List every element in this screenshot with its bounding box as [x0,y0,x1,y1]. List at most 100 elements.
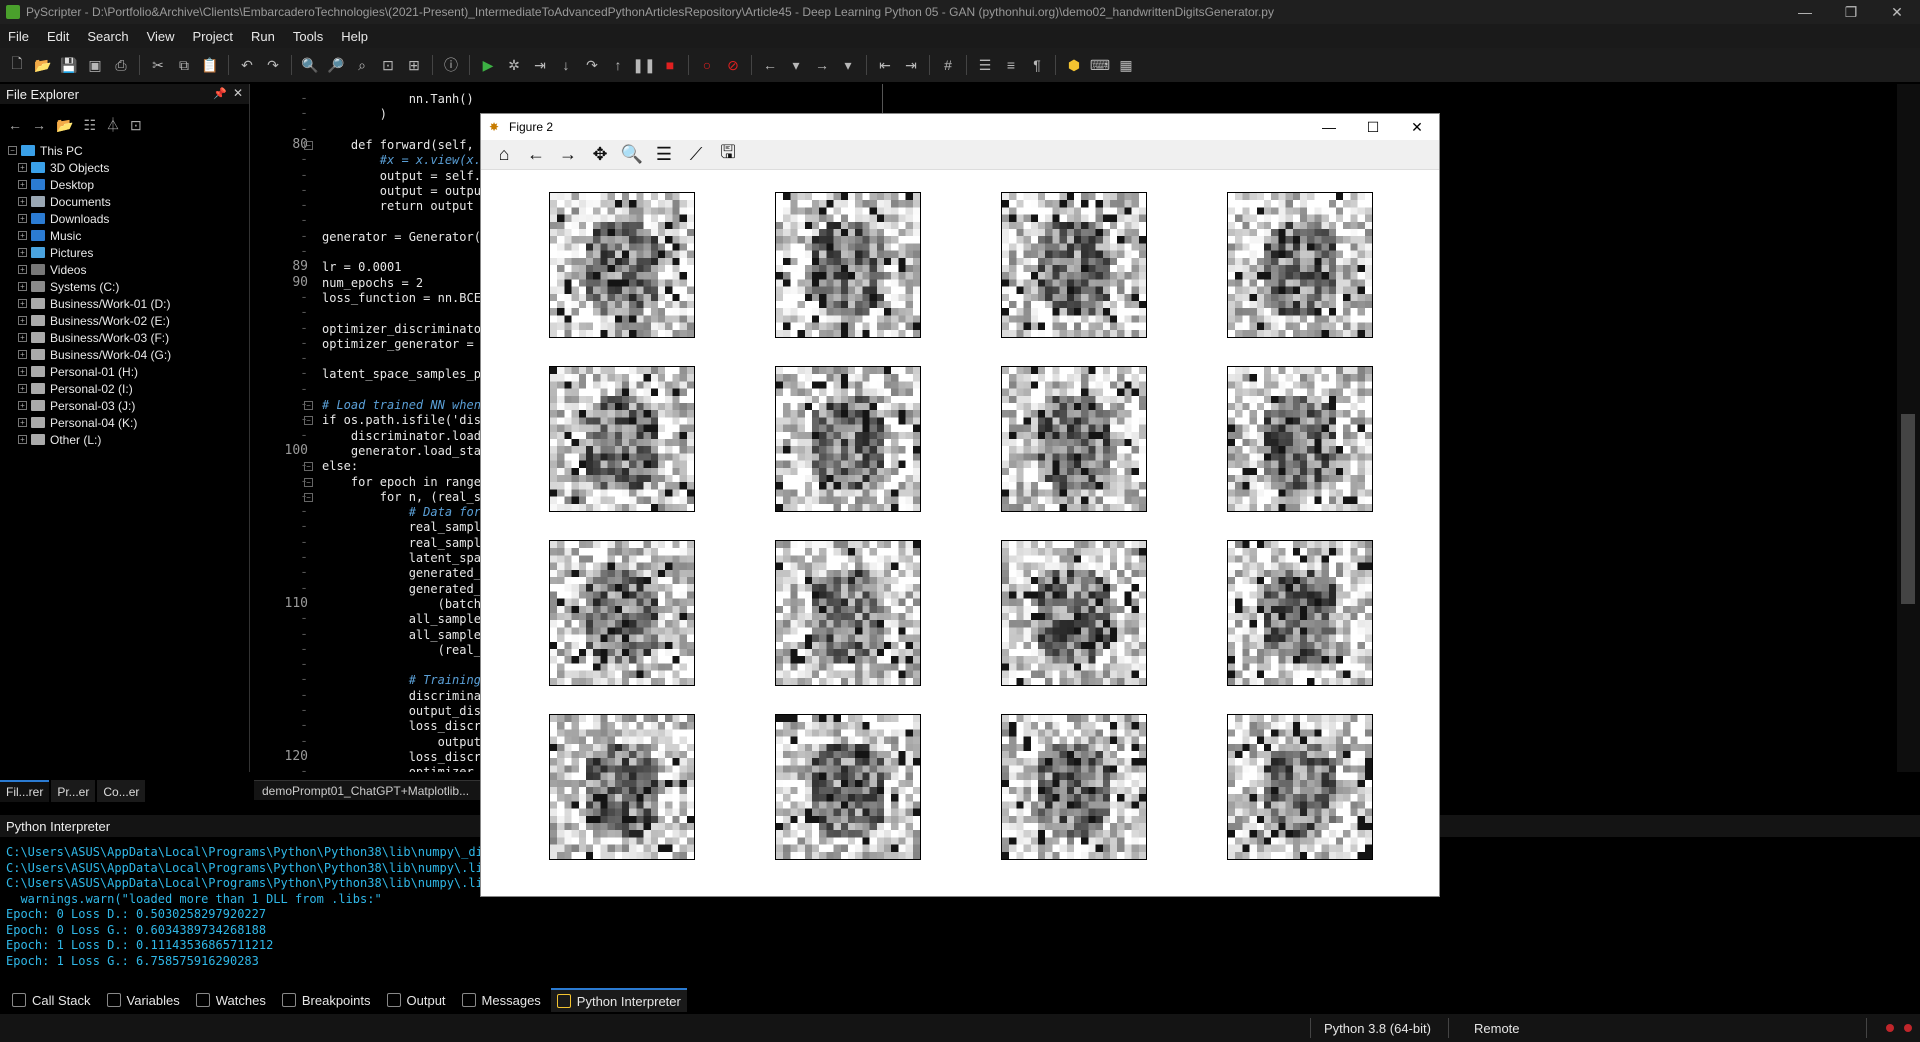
python-version[interactable]: Python 3.8 (64-bit) [1324,1021,1431,1036]
indent-icon[interactable]: ⇤ [874,54,896,76]
layout-icon[interactable]: ▦ [1115,54,1137,76]
open-file-icon[interactable]: 📂 [32,54,54,76]
save-all-icon[interactable]: ▣ [84,54,106,76]
tree-item[interactable]: + Business/Work-03 (F:) [8,329,249,346]
goto-line-icon[interactable]: ⊞ [403,54,425,76]
fold-icon[interactable]: − [304,492,313,502]
fold-icon[interactable]: − [304,416,313,426]
navigate-back-icon[interactable]: ← [759,54,781,76]
tree-item[interactable]: + Business/Work-01 (D:) [8,295,249,312]
print-icon[interactable]: ⎙ [110,54,132,76]
tree-item[interactable]: + Pictures [8,244,249,261]
expand-icon[interactable]: + [18,299,27,308]
configure-icon[interactable]: ☰ [651,142,677,168]
expand-icon[interactable]: + [18,163,27,172]
tree-item[interactable]: + Other (L:) [8,431,249,448]
fold-icon[interactable]: − [304,401,313,410]
toggle-breakpoint-icon[interactable]: ○ [696,54,718,76]
tab-watches[interactable]: Watches [190,988,272,1012]
comment-icon[interactable]: # [937,54,959,76]
expand-icon[interactable]: + [18,401,27,410]
navigate-forward-icon[interactable]: → [811,54,833,76]
tree-item[interactable]: + Personal-03 (J:) [8,397,249,414]
tree-item[interactable]: + Business/Work-02 (E:) [8,312,249,329]
figure-minimize-button[interactable]: — [1307,114,1351,140]
engine-mode[interactable]: Remote [1474,1021,1520,1036]
fold-icon[interactable]: − [304,462,313,472]
tree-item[interactable]: + Downloads [8,210,249,227]
tree-item[interactable]: + Personal-01 (H:) [8,363,249,380]
info-icon[interactable]: ⓘ [440,54,462,76]
tree-item[interactable]: + Personal-02 (I:) [8,380,249,397]
menu-file[interactable]: File [8,29,29,44]
browse-folder-icon[interactable]: 📂 [56,117,73,134]
forward-icon[interactable]: → [555,142,581,168]
collapse-icon[interactable]: − [8,146,17,155]
menu-tools[interactable]: Tools [293,29,323,44]
tab-call-stack[interactable]: Call Stack [6,988,97,1012]
undo-icon[interactable]: ↶ [236,54,258,76]
paste-icon[interactable]: 📋 [199,54,221,76]
tree-item[interactable]: + Business/Work-04 (G:) [8,346,249,363]
expand-icon[interactable]: + [18,265,27,274]
keyboard-icon[interactable]: ⌨ [1089,54,1111,76]
pilcrow-icon[interactable]: ¶ [1026,54,1048,76]
pin-icon[interactable]: 📌 [213,87,227,100]
tab-code-explorer[interactable]: Co...er [97,780,146,802]
copy-icon[interactable]: ⧉ [173,54,195,76]
run-to-cursor-icon[interactable]: ⇥ [529,54,551,76]
tab-output[interactable]: Output [381,988,452,1012]
expand-icon[interactable]: + [18,384,27,393]
figure-canvas[interactable] [481,172,1439,896]
find-in-files-icon[interactable]: ⊡ [377,54,399,76]
home-icon[interactable]: ⌂ [491,142,517,168]
find-next-icon[interactable]: 🔎 [325,54,347,76]
expand-icon[interactable]: + [18,214,27,223]
back-icon[interactable]: ← [523,142,549,168]
replace-icon[interactable]: ⌕ [351,54,373,76]
close-window-button[interactable]: ✕ [1874,0,1920,24]
tree-item[interactable]: +3D Objects [8,159,249,176]
dedent-icon[interactable]: ⇥ [900,54,922,76]
tab-messages[interactable]: Messages [456,988,547,1012]
wrap-icon[interactable]: ≡ [1000,54,1022,76]
expand-icon[interactable]: + [18,316,27,325]
forward-icon[interactable]: → [32,117,46,133]
editor-file-tab[interactable]: demoPrompt01_ChatGPT+Matplotlib... [254,780,484,800]
fold-icon[interactable]: − [304,477,313,487]
view-options-icon[interactable]: ☷ [83,117,96,134]
tree-item[interactable]: + Desktop [8,176,249,193]
filter-icon[interactable]: ⏃ [106,115,120,135]
axes-icon[interactable]: ⟋ [683,142,709,168]
fold-icon[interactable]: − [304,140,313,150]
list-icon[interactable]: ☰ [974,54,996,76]
tree-item[interactable]: + Systems (C:) [8,278,249,295]
tab-project-explorer[interactable]: Pr...er [51,780,96,802]
tab-breakpoints[interactable]: Breakpoints [276,988,377,1012]
find-icon[interactable]: 🔍 [299,54,321,76]
tree-root[interactable]: − This PC [8,142,249,159]
minimize-button[interactable]: — [1782,0,1828,24]
expand-icon[interactable]: + [18,418,27,427]
figure-maximize-button[interactable]: ☐ [1351,114,1395,140]
stop-icon[interactable]: ■ [659,54,681,76]
debug-icon[interactable]: ✲ [503,54,525,76]
back-icon[interactable]: ← [8,117,22,133]
tree-item[interactable]: + Documents [8,193,249,210]
pause-icon[interactable]: ❚❚ [632,54,655,76]
pan-icon[interactable]: ✥ [587,142,613,168]
expand-icon[interactable]: + [18,333,27,342]
navigate-forward-dropdown-icon[interactable]: ▾ [837,54,859,76]
zoom-icon[interactable]: 🔍 [619,142,645,168]
figure-close-button[interactable]: ✕ [1395,114,1439,140]
navigate-back-dropdown-icon[interactable]: ▾ [785,54,807,76]
tree-item[interactable]: + Music [8,227,249,244]
menu-edit[interactable]: Edit [47,29,69,44]
expand-icon[interactable]: + [18,367,27,376]
step-into-icon[interactable]: ↓ [555,54,577,76]
expand-icon[interactable]: + [18,180,27,189]
expand-icon[interactable]: + [18,435,27,444]
tab-file-explorer[interactable]: Fil...rer [0,780,50,802]
editor-scrollbar[interactable] [1897,84,1920,772]
restore-button[interactable]: ❐ [1828,0,1874,24]
